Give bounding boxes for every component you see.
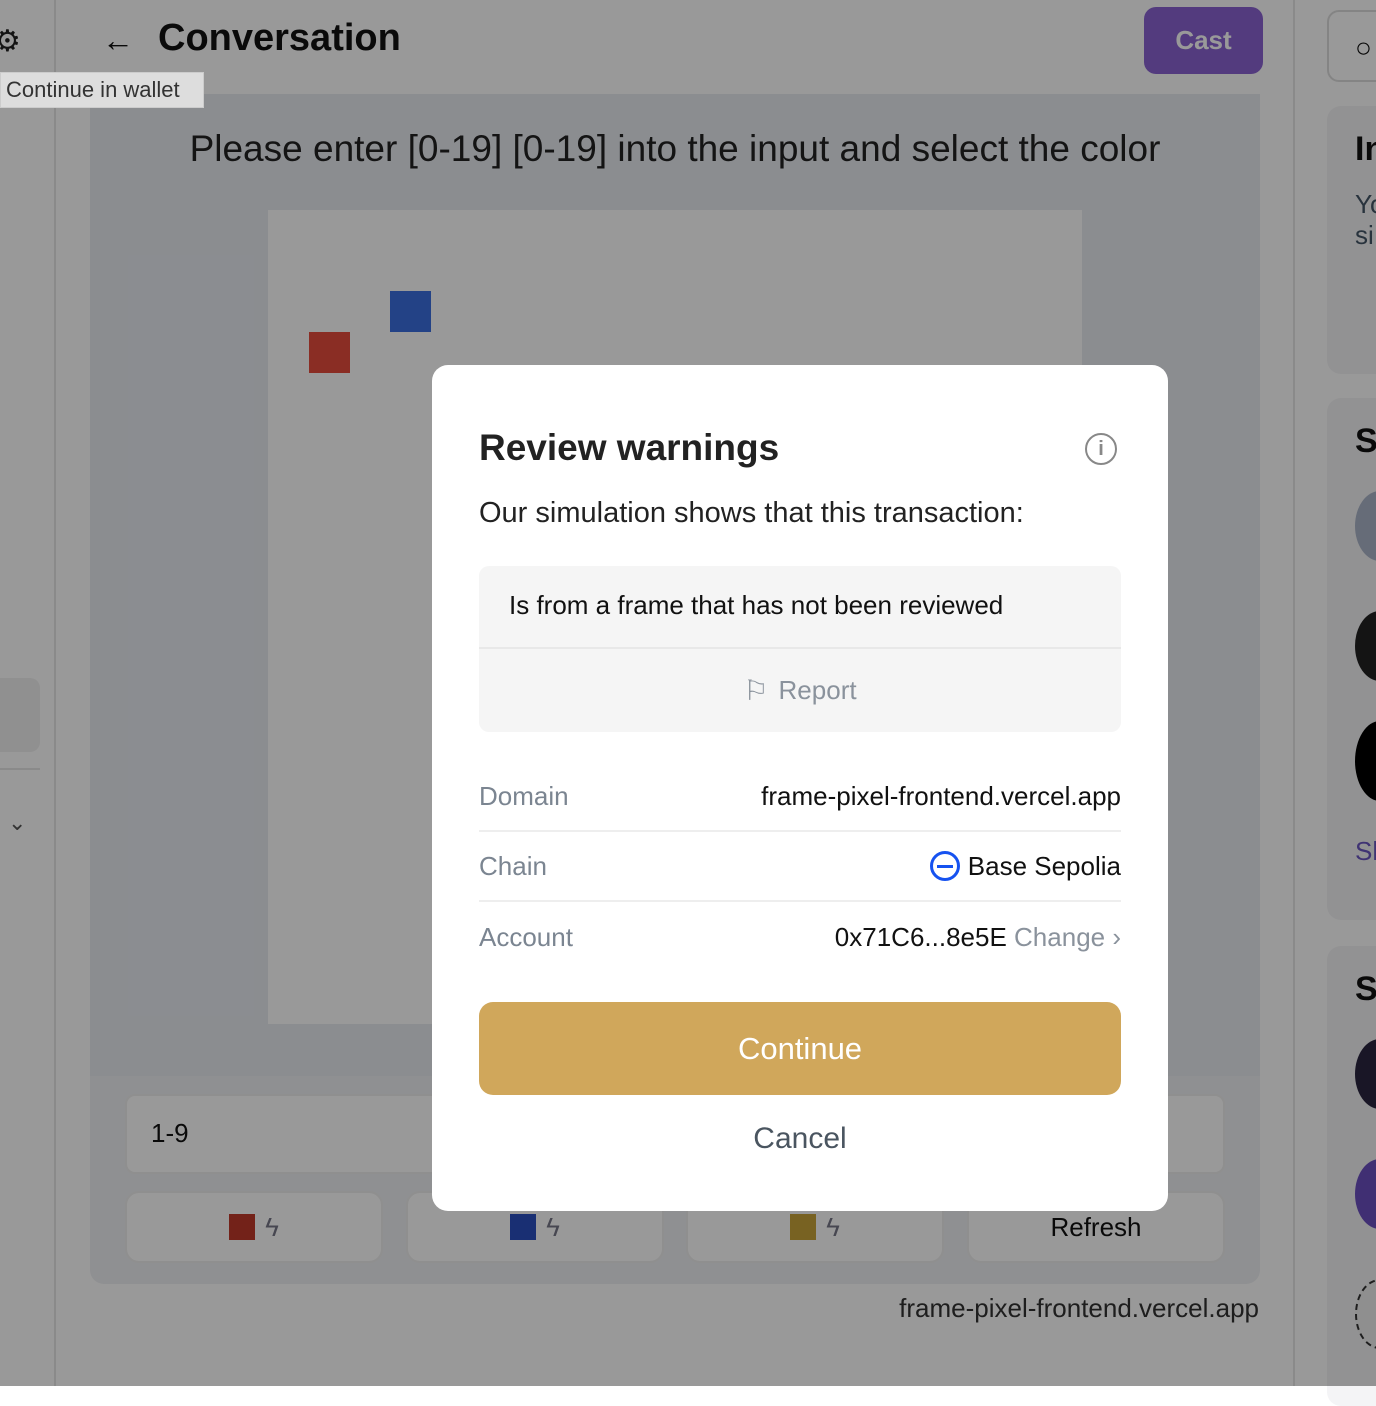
warning-box: Is from a frame that has not been review… [479, 566, 1121, 732]
cancel-button[interactable]: Cancel [479, 1111, 1121, 1167]
report-label: Report [778, 675, 857, 705]
tooltip: Continue in wallet [0, 72, 204, 108]
domain-row: Domain frame-pixel-frontend.vercel.app [479, 762, 1121, 832]
report-button[interactable]: ⚐ Report [479, 649, 1121, 732]
details-list: Domain frame-pixel-frontend.vercel.app Ch… [479, 762, 1121, 972]
continue-button[interactable]: Continue [479, 1002, 1121, 1095]
domain-value: frame-pixel-frontend.vercel.app [761, 780, 1121, 811]
review-warnings-modal: Review warnings i Our simulation shows t… [432, 365, 1168, 1211]
chain-value: Base Sepolia [967, 850, 1121, 881]
modal-subtitle: Our simulation shows that this transacti… [479, 497, 1024, 529]
domain-label: Domain [479, 780, 569, 811]
chain-row: Chain Base Sepolia [479, 832, 1121, 902]
chain-label: Chain [479, 850, 547, 881]
account-value: 0x71C6...8e5E [834, 921, 1007, 952]
info-icon[interactable]: i [1085, 433, 1117, 465]
warning-text: Is from a frame that has not been review… [479, 566, 1121, 649]
change-account-link[interactable]: Change › [1014, 922, 1121, 952]
account-row: Account 0x71C6...8e5E Change › [479, 902, 1121, 972]
account-label: Account [479, 921, 573, 952]
base-logo-icon [929, 851, 960, 881]
flag-icon: ⚐ [743, 675, 769, 706]
modal-title: Review warnings [479, 427, 780, 468]
